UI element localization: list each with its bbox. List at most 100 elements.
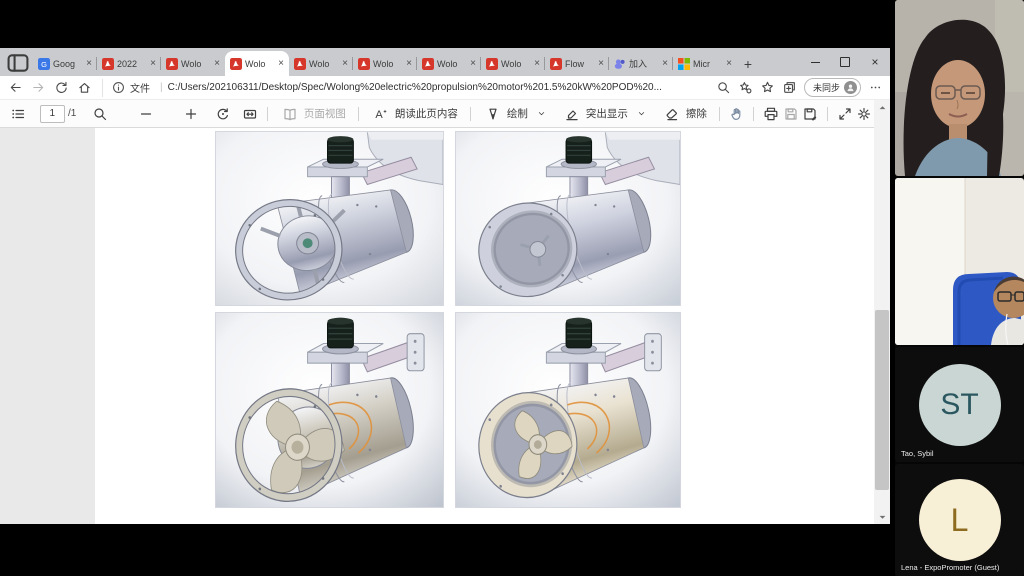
pod-thruster-solid-duct-silver bbox=[455, 131, 681, 306]
profile-sync-button[interactable]: 未同步 bbox=[804, 78, 861, 97]
tab-title: Wolo bbox=[245, 59, 276, 69]
highlight-label: 突出显示 bbox=[586, 106, 628, 121]
back-icon[interactable] bbox=[4, 79, 27, 97]
browser-tab-10[interactable]: 加入× bbox=[609, 51, 673, 76]
collections-icon[interactable] bbox=[779, 79, 801, 97]
participant-video-1 bbox=[895, 0, 1024, 176]
browser-tab-3[interactable]: Wolo× bbox=[161, 51, 225, 76]
pod-thruster-solid-duct-cream bbox=[455, 312, 681, 508]
pdf-favicon-icon bbox=[358, 58, 370, 70]
expand-icon[interactable] bbox=[835, 104, 855, 124]
avatar: L bbox=[919, 479, 1001, 561]
highlight-button[interactable]: 突出显示 bbox=[562, 104, 652, 124]
meeting-participants-panel: ST Tao, Sybil LLena - ExpoPromoter (Guest) bbox=[895, 0, 1024, 576]
save-as-icon[interactable] bbox=[800, 104, 820, 124]
browser-tab-8[interactable]: Wolo× bbox=[481, 51, 545, 76]
minimize-icon bbox=[811, 62, 820, 63]
search-icon[interactable] bbox=[713, 79, 735, 97]
refresh-icon[interactable] bbox=[50, 79, 73, 97]
browser-tab-4-active[interactable]: Wolo× bbox=[225, 51, 289, 76]
save-icon[interactable] bbox=[781, 104, 801, 124]
pdf-favicon-icon bbox=[230, 58, 242, 70]
tab-close-icon[interactable]: × bbox=[86, 59, 92, 69]
find-in-document-icon[interactable] bbox=[90, 104, 110, 124]
zoom-in-icon[interactable] bbox=[181, 104, 201, 124]
pdf-favicon-icon bbox=[422, 58, 434, 70]
chevron-down-icon[interactable] bbox=[532, 104, 552, 124]
browser-tab-7[interactable]: Wolo× bbox=[417, 51, 481, 76]
erase-button[interactable]: 擦除 bbox=[662, 104, 707, 124]
participant-video-2 bbox=[895, 178, 1024, 345]
browser-tab-2[interactable]: 2022× bbox=[97, 51, 161, 76]
tab-bar: GGoog×2022×Wolo×Wolo×Wolo×Wolo×Wolo×Wolo… bbox=[0, 48, 890, 76]
pdf-favicon-icon bbox=[166, 58, 178, 70]
browser-tab-5[interactable]: Wolo× bbox=[289, 51, 353, 76]
url-field[interactable]: 文件 | C:/Users/202106311/Desktop/Spec/Wol… bbox=[102, 79, 705, 97]
browser-tab-1[interactable]: GGoog× bbox=[33, 51, 97, 76]
page-view-button[interactable]: 页面视图 bbox=[280, 104, 346, 124]
forward-icon[interactable] bbox=[27, 79, 50, 97]
info-icon[interactable] bbox=[112, 81, 125, 94]
tab-close-icon[interactable]: × bbox=[278, 59, 284, 69]
page-view-label: 页面视图 bbox=[304, 106, 346, 121]
toolbar-divider bbox=[470, 107, 471, 121]
more-menu-icon[interactable] bbox=[864, 79, 886, 97]
tab-close-icon[interactable]: × bbox=[662, 59, 668, 69]
pdf-content-area bbox=[0, 128, 874, 524]
highlighter-icon bbox=[562, 104, 582, 124]
avatar: ST bbox=[919, 364, 1001, 446]
read-aloud-button[interactable]: A 朗读此页内容 bbox=[371, 104, 458, 124]
address-bar: 文件 | C:/Users/202106311/Desktop/Spec/Wol… bbox=[0, 76, 890, 100]
url-text: C:/Users/202106311/Desktop/Spec/Wolong%2… bbox=[168, 82, 662, 93]
scrollbar-thumb[interactable] bbox=[875, 310, 889, 490]
participant-avatar-tile: LLena - ExpoPromoter (Guest) bbox=[895, 464, 1024, 576]
tab-close-icon[interactable]: × bbox=[598, 59, 604, 69]
participant-avatar-tile: ST Tao, Sybil bbox=[895, 347, 1024, 462]
pdf-favicon-icon bbox=[486, 58, 498, 70]
sync-status-label: 未同步 bbox=[813, 81, 840, 94]
draw-button[interactable]: 绘制 bbox=[483, 104, 552, 124]
url-divider: | bbox=[160, 82, 163, 93]
scroll-up-icon[interactable] bbox=[874, 100, 890, 114]
tab-title: 2022 bbox=[117, 59, 148, 69]
home-icon[interactable] bbox=[73, 79, 96, 97]
tab-title: Wolo bbox=[181, 59, 212, 69]
browser-tab-9[interactable]: Flow× bbox=[545, 51, 609, 76]
tab-title: Goog bbox=[53, 59, 84, 69]
pdf-favicon-icon bbox=[550, 58, 562, 70]
profile-avatar-icon bbox=[844, 81, 857, 94]
tab-close-icon[interactable]: × bbox=[214, 59, 220, 69]
toolbar-divider bbox=[358, 107, 359, 121]
fit-to-width-icon[interactable] bbox=[240, 104, 260, 124]
page-number-input[interactable]: 1 bbox=[40, 105, 65, 123]
browser-tab-11[interactable]: Micr× bbox=[673, 51, 737, 76]
print-icon[interactable] bbox=[761, 104, 781, 124]
tab-close-icon[interactable]: × bbox=[406, 59, 412, 69]
rotate-icon[interactable] bbox=[213, 104, 233, 124]
tab-title: Micr bbox=[693, 59, 724, 69]
chevron-down-icon[interactable] bbox=[632, 104, 652, 124]
table-of-contents-icon[interactable] bbox=[8, 104, 28, 124]
tab-close-icon[interactable]: × bbox=[726, 59, 732, 69]
tab-close-icon[interactable]: × bbox=[470, 59, 476, 69]
favorites-star-icon[interactable] bbox=[757, 79, 779, 97]
vertical-scrollbar[interactable] bbox=[874, 100, 890, 524]
close-window-button[interactable]: × bbox=[860, 48, 890, 76]
tab-close-icon[interactable]: × bbox=[534, 59, 540, 69]
hand-tool-icon[interactable] bbox=[727, 104, 747, 124]
translate-favicon-icon: G bbox=[38, 58, 50, 70]
tab-actions-button[interactable] bbox=[6, 53, 30, 73]
file-scheme-label: 文件 bbox=[130, 80, 150, 95]
tab-close-icon[interactable]: × bbox=[150, 59, 156, 69]
participant-name-label: Tao, Sybil bbox=[901, 449, 934, 458]
tab-close-icon[interactable]: × bbox=[342, 59, 348, 69]
settings-icon[interactable] bbox=[854, 104, 874, 124]
zoom-out-icon[interactable] bbox=[136, 104, 156, 124]
new-tab-button[interactable]: + bbox=[737, 51, 759, 76]
favorites-settings-icon[interactable] bbox=[735, 79, 757, 97]
browser-tab-6[interactable]: Wolo× bbox=[353, 51, 417, 76]
tab-title: Wolo bbox=[437, 59, 468, 69]
scroll-down-icon[interactable] bbox=[874, 510, 890, 524]
maximize-button[interactable] bbox=[830, 48, 860, 76]
minimize-button[interactable] bbox=[800, 48, 830, 76]
